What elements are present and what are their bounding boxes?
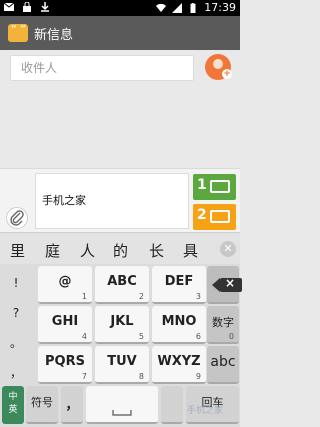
key-number: 7 (81, 372, 87, 381)
key-label: abc (210, 354, 236, 370)
lang-chinese-label: 中 (8, 392, 18, 402)
candidate-item[interactable]: 长 (149, 240, 164, 261)
candidate-item[interactable]: 庭 (45, 240, 60, 261)
key-4[interactable]: GHI 4 (38, 306, 92, 344)
send-message-icon (210, 180, 230, 193)
backspace-icon (212, 276, 242, 292)
key-8[interactable]: TUV 8 (95, 346, 149, 384)
add-contact-button[interactable]: + (205, 54, 232, 80)
key-7[interactable]: PQRS 7 (38, 346, 92, 384)
key-number: 0 (228, 332, 234, 341)
key-label: ， (65, 398, 79, 413)
key-9[interactable]: WXYZ 9 (152, 346, 206, 384)
close-candidates-icon[interactable]: ✕ (220, 241, 236, 257)
wifi-icon (156, 3, 167, 12)
key-label: TUV (107, 354, 137, 369)
key-label: JKL (110, 314, 134, 329)
key-label: PQRS (45, 354, 85, 369)
page-title: 新信息 (34, 27, 74, 43)
symbol-key[interactable]: 符号 (26, 386, 58, 424)
send-sim1-button[interactable]: 1 (193, 174, 236, 200)
watermark: 手机之家 (187, 406, 224, 416)
key-number: 4 (81, 332, 87, 341)
key-label: 符号 (31, 396, 53, 409)
space-icon (112, 410, 132, 416)
key-number: 2 (138, 292, 144, 301)
key-6[interactable]: MNO 6 (152, 306, 206, 344)
send-message-icon (210, 210, 230, 223)
paperclip-icon (10, 210, 24, 226)
recipient-area: 收件人 + (0, 50, 240, 88)
lock-icon (23, 2, 31, 12)
key-1[interactable]: @ 1 (38, 266, 92, 304)
abc-key[interactable]: abc (207, 346, 239, 384)
plus-icon: + (222, 69, 232, 79)
status-bar: 17:39 (0, 0, 240, 16)
comma-key[interactable]: ， (61, 386, 83, 424)
candidate-item[interactable]: 里 (10, 240, 25, 261)
backspace-key[interactable] (207, 266, 242, 304)
key-number: 9 (195, 372, 201, 381)
download-icon (41, 2, 49, 12)
key-number: 5 (138, 332, 144, 341)
language-switch-key[interactable]: 中 英 (2, 386, 24, 424)
period-key[interactable] (161, 386, 183, 424)
title-bar: 新信息 (0, 16, 240, 50)
message-thread-area (0, 88, 240, 168)
key-3[interactable]: DEF 3 (152, 266, 206, 304)
contact-person-icon (213, 59, 223, 69)
numbers-key[interactable]: 数字 0 (207, 306, 239, 344)
symbol-key-question[interactable]: ? (0, 298, 32, 328)
key-label: MNO (161, 314, 197, 329)
space-key[interactable] (86, 386, 158, 424)
key-5[interactable]: JKL 5 (95, 306, 149, 344)
candidate-item[interactable]: 具 (183, 240, 198, 261)
key-label: @ (58, 274, 72, 289)
battery-icon (190, 2, 196, 13)
key-label: ABC (107, 274, 137, 289)
lang-english-label: 英 (8, 405, 18, 415)
recipient-input[interactable]: 收件人 (10, 55, 194, 81)
key-label: 数字 (212, 316, 234, 329)
message-input[interactable]: 手机之家 (35, 173, 189, 229)
key-number: 1 (81, 292, 87, 301)
candidate-item[interactable]: 的 (113, 240, 128, 261)
key-number: 8 (138, 372, 144, 381)
candidate-bar: 里 庭 人 的 长 具 ✕ (0, 232, 240, 264)
status-time: 17:39 (204, 1, 236, 14)
send-sim2-button[interactable]: 2 (193, 204, 236, 230)
symbol-key-comma[interactable]: ， (0, 358, 32, 388)
key-label: WXYZ (157, 354, 201, 369)
key-2[interactable]: ABC 2 (95, 266, 149, 304)
compose-area: 手机之家 1 2 (0, 168, 240, 232)
sms-notification-icon (4, 2, 14, 11)
attach-button[interactable] (6, 207, 28, 229)
key-number: 6 (195, 332, 201, 341)
key-label: DEF (164, 274, 194, 289)
key-number: 3 (195, 292, 201, 301)
symbol-key-exclaim[interactable]: ! (0, 268, 32, 298)
candidate-item[interactable]: 人 (80, 240, 95, 261)
signal-icon (172, 2, 183, 13)
key-label: GHI (51, 314, 79, 329)
sim1-label: 1 (197, 177, 207, 193)
symbol-key-period[interactable]: 。 (0, 328, 32, 358)
sim2-label: 2 (197, 207, 207, 223)
messaging-app-icon[interactable] (8, 23, 28, 42)
